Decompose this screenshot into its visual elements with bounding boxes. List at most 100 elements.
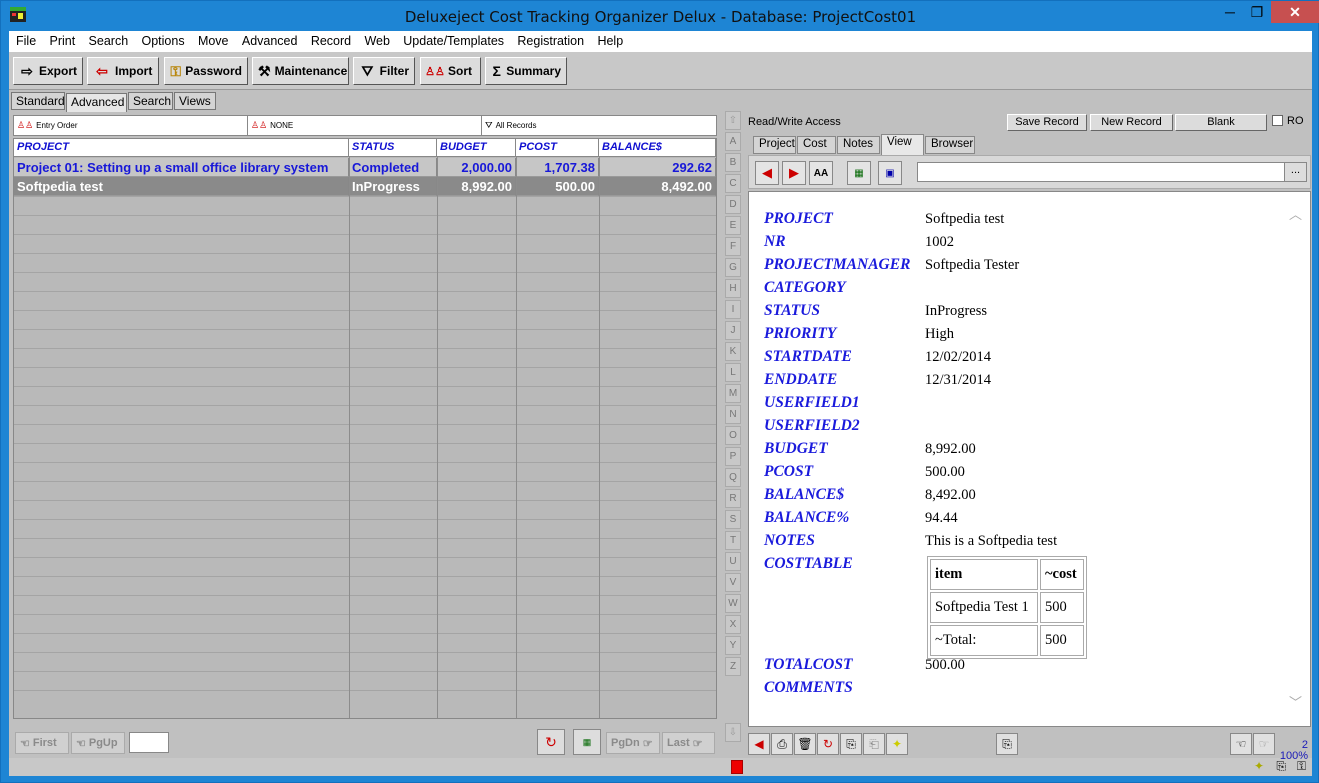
maintenance-button[interactable]: ⚒ Maintenance <box>252 57 349 85</box>
alphabet-l[interactable]: L <box>725 363 741 382</box>
alphabet-u[interactable]: U <box>725 552 741 571</box>
alphabet-k[interactable]: K <box>725 342 741 361</box>
lightbulb-icon[interactable]: ✦ <box>1254 759 1264 773</box>
scroll-up-icon[interactable]: ⇧ <box>725 111 741 130</box>
summary-button[interactable]: Σ Summary <box>485 57 567 85</box>
alphabet-e[interactable]: E <box>725 216 741 235</box>
alphabet-x[interactable]: X <box>725 615 741 634</box>
lock-icon[interactable]: ⚿ <box>1297 759 1306 774</box>
alphabet-h[interactable]: H <box>725 279 741 298</box>
font-size-icon[interactable]: AA <box>809 161 833 185</box>
menu-help[interactable]: Help <box>597 31 623 48</box>
page-down-button[interactable]: PgDn ☞ <box>606 732 660 754</box>
hand-left-icon[interactable]: ☜ <box>1230 733 1252 755</box>
scroll-down-icon[interactable]: ⇩ <box>725 723 741 742</box>
alert-icon[interactable] <box>731 760 743 774</box>
alphabet-c[interactable]: C <box>725 174 741 193</box>
alphabet-o[interactable]: O <box>725 426 741 445</box>
column-status[interactable]: STATUS <box>349 139 437 157</box>
records-selector[interactable]: ⛛ All Records <box>482 116 716 135</box>
alphabet-i[interactable]: I <box>725 300 741 319</box>
next-record-icon[interactable]: ▶ <box>782 161 806 185</box>
password-button[interactable]: ⚿ Password <box>164 57 248 85</box>
last-button[interactable]: Last ☞ <box>662 732 715 754</box>
copy-record-icon[interactable]: ⎘ <box>840 733 862 755</box>
tab-notes[interactable]: Notes <box>837 136 880 154</box>
page-up-button[interactable]: ☜ PgUp <box>71 732 125 754</box>
alphabet-q[interactable]: Q <box>725 468 741 487</box>
alphabet-d[interactable]: D <box>725 195 741 214</box>
scroll-down-icon[interactable]: ﹀ <box>1289 692 1302 711</box>
alphabet-s[interactable]: S <box>725 510 741 529</box>
alphabet-f[interactable]: F <box>725 237 741 256</box>
menu-print[interactable]: Print <box>50 31 76 48</box>
menu-record[interactable]: Record <box>311 31 351 48</box>
read-only-checkbox[interactable] <box>1272 115 1283 126</box>
filter-button[interactable]: ⛛ Filter <box>353 57 415 85</box>
cost-overview-icon[interactable]: ▦ <box>573 729 601 755</box>
menu-web[interactable]: Web <box>364 31 389 48</box>
table-row[interactable]: Project 01: Setting up a small office li… <box>14 158 716 177</box>
menu-file[interactable]: File <box>16 31 36 48</box>
column-budget[interactable]: BUDGET <box>437 139 516 157</box>
first-button[interactable]: ☜ First <box>15 732 69 754</box>
export-button[interactable]: ⇨ Export <box>13 57 83 85</box>
refresh-icon[interactable]: ↻ <box>537 729 565 755</box>
menu-options[interactable]: Options <box>142 31 185 48</box>
tab-view[interactable]: View <box>881 134 924 155</box>
cost-overview-icon[interactable]: ▦ <box>847 161 871 185</box>
menu-registration[interactable]: Registration <box>517 31 584 48</box>
column-balance[interactable]: BALANCE$ <box>599 139 716 157</box>
scroll-up-icon[interactable]: ︿ <box>1289 204 1302 223</box>
delete-icon[interactable]: 🗑 <box>794 733 816 755</box>
window-icon[interactable]: ▣ <box>878 161 902 185</box>
previous-record-icon[interactable]: ◀ <box>755 161 779 185</box>
browse-button[interactable]: ... <box>1284 163 1306 181</box>
new-record-button[interactable]: New Record <box>1090 114 1173 131</box>
column-project[interactable]: PROJECT <box>14 139 349 157</box>
tab-search[interactable]: Search <box>128 92 173 110</box>
alphabet-n[interactable]: N <box>725 405 741 424</box>
tab-project[interactable]: Project <box>753 136 796 154</box>
save-record-button[interactable]: Save Record <box>1007 114 1087 131</box>
menu-update-templates[interactable]: Update/Templates <box>403 31 504 48</box>
import-button[interactable]: ⇦ Import <box>87 57 159 85</box>
tab-views[interactable]: Views <box>174 92 216 110</box>
tab-cost[interactable]: Cost <box>797 136 836 154</box>
alphabet-v[interactable]: V <box>725 573 741 592</box>
alphabet-g[interactable]: G <box>725 258 741 277</box>
sort-order-selector[interactable]: ♙♙ Entry Order <box>14 116 248 135</box>
blank-button[interactable]: Blank <box>1175 114 1267 131</box>
alphabet-w[interactable]: W <box>725 594 741 613</box>
alphabet-a[interactable]: A <box>725 132 741 151</box>
menu-search[interactable]: Search <box>89 31 129 48</box>
print-icon[interactable]: ⎙ <box>771 733 793 755</box>
menu-advanced[interactable]: Advanced <box>242 31 298 48</box>
export-record-icon[interactable]: ⎘ <box>996 733 1018 755</box>
close-button[interactable]: ✕ <box>1271 1 1319 23</box>
table-row[interactable]: Softpedia test InProgress 8,992.00 500.0… <box>14 177 716 196</box>
alphabet-m[interactable]: M <box>725 384 741 403</box>
hand-right-icon[interactable]: ☞ <box>1253 733 1275 755</box>
menu-move[interactable]: Move <box>198 31 229 48</box>
tab-standard[interactable]: Standard <box>11 92 65 110</box>
pages-icon[interactable]: ⎘ <box>1276 759 1286 774</box>
title-bar[interactable]: Deluxeject Cost Tracking Organizer Delux… <box>1 1 1319 31</box>
alphabet-b[interactable]: B <box>725 153 741 172</box>
alphabet-t[interactable]: T <box>725 531 741 550</box>
tab-advanced[interactable]: Advanced <box>66 93 127 112</box>
alphabet-r[interactable]: R <box>725 489 741 508</box>
alphabet-p[interactable]: P <box>725 447 741 466</box>
lightbulb-icon[interactable]: ✦ <box>886 733 908 755</box>
sort-button[interactable]: ♙♙ Sort <box>420 57 481 85</box>
minimize-button[interactable]: ─ <box>1216 1 1244 23</box>
view-url-field[interactable]: ... <box>917 162 1307 182</box>
restore-button[interactable]: ❐ <box>1243 1 1271 23</box>
alphabet-y[interactable]: Y <box>725 636 741 655</box>
paste-record-icon[interactable]: ⎗ <box>863 733 885 755</box>
column-pcost[interactable]: PCOST <box>516 139 599 157</box>
back-arrow-icon[interactable]: ◀ <box>748 733 770 755</box>
filter-selector[interactable]: ♙♙ NONE <box>248 116 482 135</box>
refresh-icon[interactable]: ↻ <box>817 733 839 755</box>
record-number-input[interactable] <box>129 732 169 753</box>
